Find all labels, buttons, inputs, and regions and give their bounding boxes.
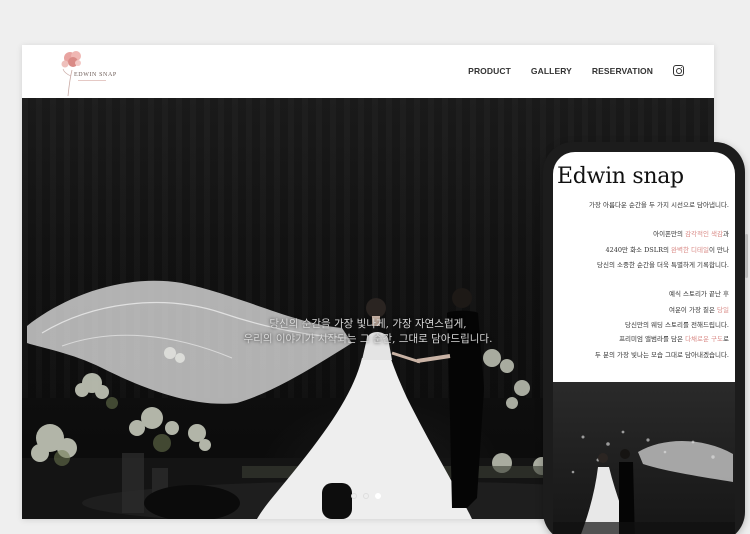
mobile-p3-highlight: 당일: [717, 305, 729, 314]
mobile-paragraph-1: 가장 아름다운 순간을 두 가지 시선으로 담아냅니다.: [553, 198, 729, 214]
nav-item-product[interactable]: PRODUCT: [468, 66, 511, 76]
mobile-paragraph-4: 프리미엄 앨범라를 담은 다채로운 구도로 두 분의 가장 빛나는 모습 그대로…: [553, 332, 729, 363]
mobile-p3-text: 예식 스토리가 끝난 후: [668, 290, 729, 298]
mobile-paragraph-2: 아이폰만의 감각적인 색감과 4240만 화소 DSLR의 완벽한 디테일이 만…: [553, 227, 729, 274]
mobile-p2-text: 이 만나: [708, 245, 729, 254]
main-nav: PRODUCT GALLERY RESERVATION: [468, 65, 684, 76]
logo-underline: [78, 80, 106, 81]
phone-mockup: Edwin snap 가장 아름다운 순간을 두 가지 시선으로 담아냅니다. …: [543, 142, 748, 534]
slide-dot-2[interactable]: [363, 493, 369, 499]
instagram-icon[interactable]: [673, 65, 684, 76]
mobile-p2-text: 과: [723, 230, 729, 238]
site-logo[interactable]: EDWIN SNAP: [56, 48, 126, 97]
phone-side-button: [745, 234, 748, 278]
mobile-p2-text: 4240만 화소 DSLR의: [605, 245, 672, 254]
site-header: EDWIN SNAP PRODUCT GALLERY RESERVATION: [22, 45, 714, 98]
mobile-p2-text: 아이폰만의: [653, 230, 686, 238]
mobile-p2-text: 당신의 소중한 순간을 더욱 특별하게 기록합니다.: [597, 261, 729, 269]
phone-screen: Edwin snap 가장 아름다운 순간을 두 가지 시선으로 담아냅니다. …: [553, 152, 735, 534]
slide-dot-1[interactable]: [351, 493, 357, 499]
mobile-title: Edwin snap: [557, 164, 684, 189]
mobile-paragraph-3: 예식 스토리가 끝난 후 여운이 가장 짙은 당일 당신만의 웨딩 스토리를 전…: [553, 287, 729, 334]
mobile-p3-text: 당신만의 웨딩 스토리를 전해드립니다.: [625, 321, 729, 329]
mobile-p4-highlight: 다채로운 구도: [685, 335, 724, 343]
nav-item-reservation[interactable]: RESERVATION: [592, 66, 653, 76]
mobile-photo-scene: [553, 430, 735, 534]
mobile-p4-text: 프리미엄 앨범라를 담은: [619, 335, 686, 343]
nav-item-gallery[interactable]: GALLERY: [531, 66, 572, 76]
slider-pagination: [351, 493, 381, 499]
mobile-p3-text: 여운이 가장 짙은: [668, 305, 718, 314]
mobile-p2-highlight: 완벽한 디테일: [671, 245, 709, 254]
mobile-p4-text: 로: [723, 335, 729, 343]
mobile-p4-text: 두 분의 가장 빛나는 모습 그대로 담아내겠습니다.: [594, 350, 729, 359]
slide-dot-3[interactable]: [375, 493, 381, 499]
mobile-p1-text: 가장 아름다운 순간을 두 가지 시선으로 담아냅니다.: [588, 201, 729, 209]
mobile-p2-highlight: 감각적인 색감: [685, 230, 724, 238]
logo-text: EDWIN SNAP: [74, 72, 117, 78]
mobile-wedding-photo: [553, 382, 735, 534]
